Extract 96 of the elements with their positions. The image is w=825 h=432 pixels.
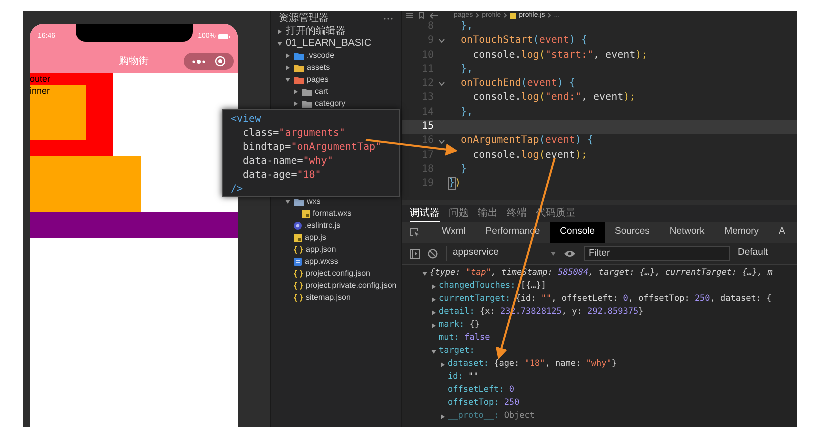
chevron-icon — [548, 13, 552, 18]
log-line: id: "" — [448, 371, 479, 384]
battery-icon — [218, 34, 230, 40]
folder-name[interactable]: category — [315, 100, 346, 108]
log-line[interactable]: changedTouches: [{…}] — [439, 280, 546, 293]
line-number: 15 — [420, 120, 434, 134]
log-line: offsetLeft: 0 — [448, 384, 515, 397]
code-line: onArgumentTap(event) { — [460, 134, 594, 148]
devtools-tab[interactable]: Console — [550, 222, 605, 243]
code-line: } — [460, 162, 468, 177]
devtools-tab[interactable]: Wxml — [432, 222, 476, 243]
bookmark-icon[interactable] — [419, 12, 424, 19]
code-line: <view — [231, 113, 262, 127]
box-label: outer — [30, 73, 52, 85]
code-line: /> — [231, 183, 244, 197]
caret-icon[interactable] — [431, 348, 437, 354]
caret-icon[interactable] — [422, 270, 428, 276]
panel-tab[interactable]: 输出 — [478, 206, 498, 222]
braces-icon — [294, 294, 303, 302]
chevron-icon — [504, 13, 508, 18]
code-line: }) — [449, 177, 462, 192]
braces-icon — [294, 270, 303, 278]
file-name[interactable]: .eslintrc.js — [305, 222, 341, 230]
circle-file-icon — [294, 222, 302, 230]
dropdown-icon — [551, 252, 556, 256]
log-line[interactable]: mark: {} — [439, 319, 480, 332]
js-file-icon — [302, 210, 310, 218]
filter-field[interactable]: Filter — [584, 246, 730, 261]
inspect-icon[interactable] — [410, 228, 420, 238]
devtools-tab[interactable]: Sources — [605, 222, 660, 243]
js-file-icon — [510, 12, 516, 18]
log-line[interactable]: dataset: {age: "18", name: "why"} — [448, 358, 617, 371]
section-title[interactable]: 01_LEARN_BASIC — [286, 39, 372, 49]
file-name[interactable]: app.json — [306, 246, 336, 254]
code-line: onTouchStart(event) { — [460, 34, 588, 48]
caret-icon[interactable] — [285, 199, 291, 205]
caret-icon[interactable] — [440, 414, 446, 420]
code-line: console.log(event); — [472, 148, 588, 163]
caret-icon[interactable] — [431, 296, 437, 302]
back-icon[interactable] — [430, 12, 438, 18]
more-icon[interactable] — [192, 60, 206, 64]
levels-select[interactable]: Default — [738, 246, 768, 261]
panel-tab[interactable]: 终端 — [507, 206, 527, 222]
file-name[interactable]: project.private.config.json — [306, 282, 397, 290]
nav-title: 购物街 — [119, 55, 149, 69]
devtools-tab[interactable]: A — [769, 222, 796, 243]
sidebar-toggle-icon[interactable] — [410, 248, 420, 258]
file-name[interactable]: sitemap.json — [306, 294, 351, 302]
braces-icon — [294, 246, 303, 254]
file-name[interactable]: app.js — [305, 234, 326, 242]
fold-icon[interactable] — [438, 39, 444, 44]
file-name[interactable]: app.wxss — [305, 258, 338, 266]
folder-name[interactable]: pages — [307, 76, 329, 84]
box-label: inner — [30, 85, 52, 97]
code-line: }, — [460, 20, 474, 34]
panel-title: 资源管理器 — [279, 14, 329, 24]
devtools-tab[interactable]: Memory — [714, 222, 770, 243]
log-line[interactable]: currentTarget: {id: "", offsetLeft: 0, offsetTop: 250, dataset: { — [439, 293, 772, 306]
file-name[interactable]: format.wxs — [313, 210, 352, 218]
log-line[interactable]: __proto__: Object — [448, 410, 536, 423]
code-line: class="arguments" — [242, 127, 346, 141]
clear-icon[interactable] — [428, 248, 438, 258]
fold-icon[interactable] — [438, 140, 444, 144]
menu-icon[interactable] — [406, 12, 413, 18]
code-line: onTouchEnd(event) { — [460, 77, 576, 92]
caret-icon[interactable] — [431, 284, 437, 290]
folder-name[interactable]: assets — [307, 64, 330, 72]
eye-icon[interactable] — [564, 250, 576, 258]
log-line: mut: false — [439, 332, 490, 345]
braces-icon — [294, 282, 303, 290]
code-line: data-age="18" — [242, 169, 322, 183]
devtools-tab[interactable]: Network — [660, 222, 715, 243]
log-line[interactable]: target: — [439, 345, 480, 358]
chevron-icon — [476, 13, 480, 18]
folder-name[interactable]: wxs — [307, 198, 321, 206]
fold-icon[interactable] — [438, 82, 444, 86]
folder-name[interactable]: .vscode — [307, 52, 335, 60]
caret-icon[interactable] — [431, 322, 437, 328]
file-name[interactable]: project.config.json — [306, 270, 370, 278]
context-select[interactable]: appservice — [446, 246, 556, 261]
code-line: console.log("end:", event); — [472, 91, 636, 106]
panel-tab[interactable]: 问题 — [449, 206, 469, 222]
section-title[interactable]: 打开的编辑器 — [286, 27, 346, 37]
caret-icon[interactable] — [440, 362, 446, 368]
capsule-menu[interactable] — [184, 53, 234, 70]
caret-icon[interactable] — [431, 310, 437, 316]
log-line: offsetTop: 250 — [448, 397, 520, 410]
code-line: bindtap="onArgumentTap" — [242, 141, 382, 155]
js-file-icon — [294, 234, 302, 242]
code-line: }, — [460, 106, 474, 120]
code-line: console.log("start:", event); — [472, 48, 648, 63]
stylesheet-file-icon — [294, 258, 302, 266]
close-icon[interactable] — [214, 56, 226, 67]
code-line: data-name="why" — [242, 155, 334, 169]
folder-name[interactable]: cart — [315, 88, 328, 96]
code-line: }, — [460, 62, 474, 77]
